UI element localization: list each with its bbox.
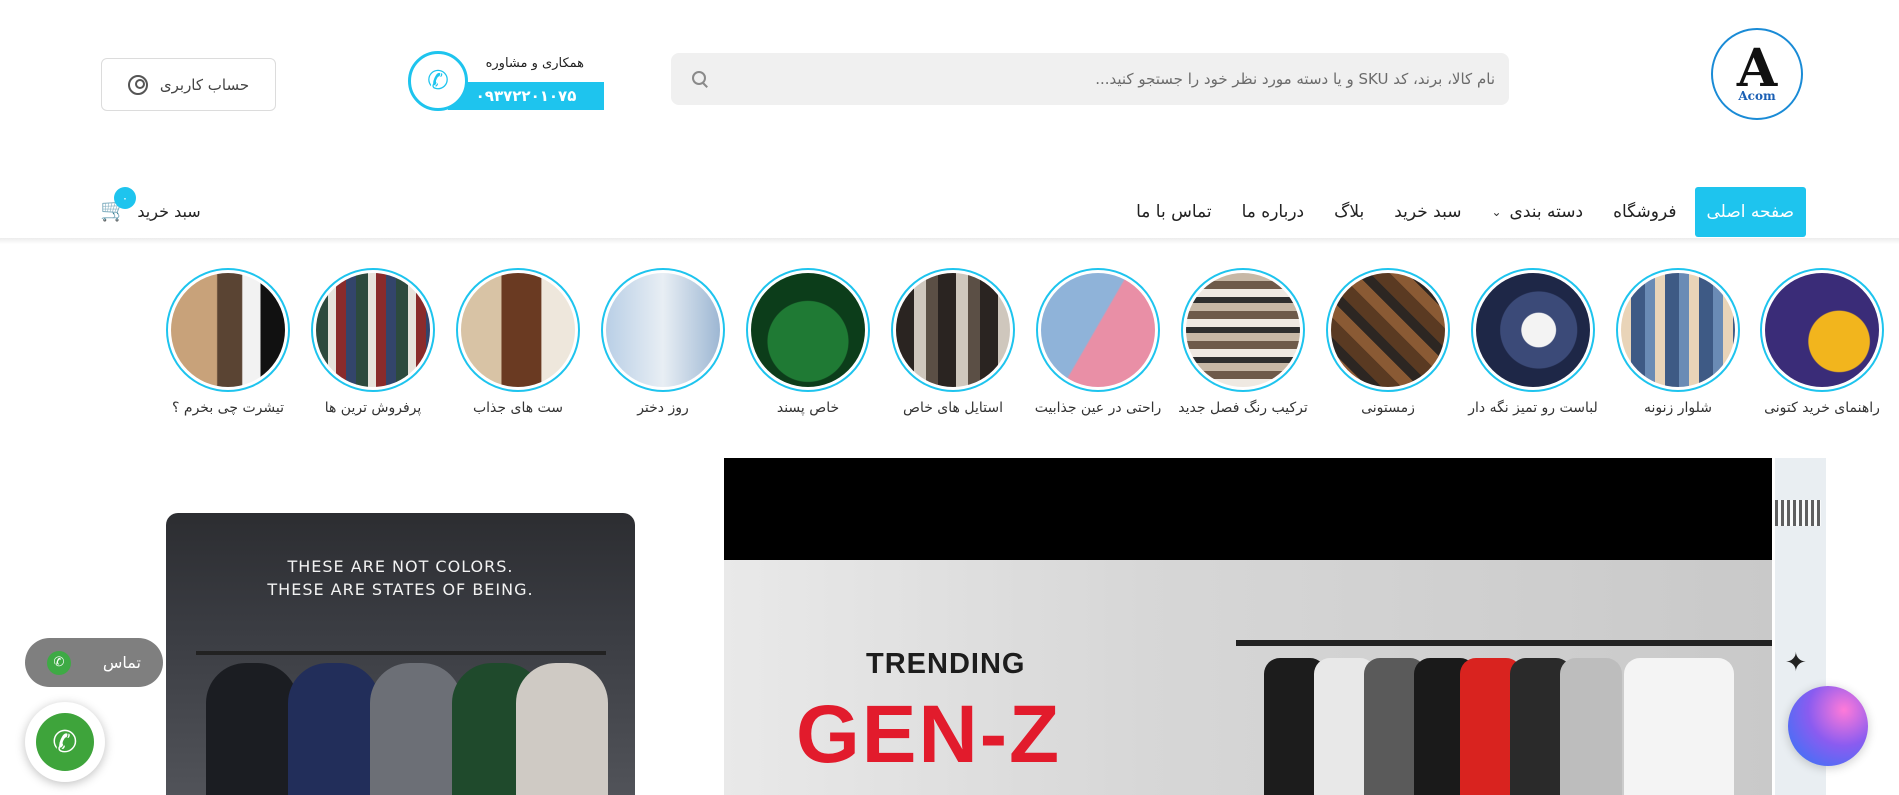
story-item[interactable]: راهنمای خرید کتونی: [1747, 268, 1897, 416]
search-input[interactable]: [709, 53, 1495, 105]
story-thumbnail: [1760, 268, 1884, 392]
story-item[interactable]: تیشرت چی بخرم ؟: [153, 268, 303, 416]
story-thumbnail: [166, 268, 290, 392]
story-thumbnail: [1471, 268, 1595, 392]
story-thumbnail: [1181, 268, 1305, 392]
story-item[interactable]: ترکیب رنگ فصل جدید: [1168, 268, 1318, 416]
story-item[interactable]: روز دختر: [588, 268, 738, 416]
consult-box[interactable]: ✆ همکاری و مشاوره ۰۹۳۷۲۲۰۱۰۷۵: [408, 51, 604, 113]
story-item[interactable]: لباست رو تمیز نگه دار: [1458, 268, 1608, 416]
nav-item-categories-label: دسته بندی: [1509, 202, 1584, 222]
banner-caption-line2: THESE ARE STATES OF BEING.: [267, 580, 534, 599]
story-thumbnail: [1616, 268, 1740, 392]
story-item[interactable]: شلوار زنونه: [1603, 268, 1753, 416]
hoodie-image: [288, 663, 380, 795]
contact-pill-label: تماس: [102, 653, 141, 672]
account-button[interactable]: حساب کاربری: [101, 58, 276, 111]
nav-item-cart[interactable]: سبد خرید: [1382, 187, 1473, 237]
hoodie-image: [370, 663, 462, 795]
logo-letter: A: [1736, 38, 1778, 99]
story-thumbnail: [601, 268, 725, 392]
story-item[interactable]: خاص پسند: [733, 268, 883, 416]
story-label: شلوار زنونه: [1644, 400, 1712, 416]
clothing-rack: [1236, 640, 1772, 646]
sparkle-icon: ✦: [1785, 648, 1807, 678]
story-thumbnail: [746, 268, 870, 392]
hoodie-image: [206, 663, 298, 795]
search-icon[interactable]: [691, 70, 709, 88]
hoodie-image: [516, 663, 608, 795]
story-label: لباست رو تمیز نگه دار: [1468, 400, 1598, 416]
whatsapp-icon: ✆: [47, 650, 71, 675]
contact-pill-button[interactable]: ✆ تماس: [25, 638, 163, 687]
phone-icon: ✆: [36, 713, 94, 771]
story-label: راهنمای خرید کتونی: [1764, 400, 1880, 416]
hero-title-small: TRENDING: [866, 648, 1026, 680]
story-thumbnail: [1036, 268, 1160, 392]
banner-caption: THESE ARE NOT COLORS. THESE ARE STATES O…: [166, 555, 635, 601]
nav-item-categories[interactable]: دسته بندی ⌄: [1479, 187, 1595, 237]
barcode-graphic: [1775, 500, 1821, 526]
nav-item-home[interactable]: صفحه اصلی: [1694, 187, 1806, 237]
nav-item-shop[interactable]: فروشگاه: [1601, 187, 1688, 237]
nav-item-about[interactable]: درباره ما: [1230, 187, 1317, 237]
promo-banner-hoodies[interactable]: THESE ARE NOT COLORS. THESE ARE STATES O…: [166, 513, 635, 795]
cart-icon: 🛒 ۰: [100, 187, 136, 223]
story-label: ست های جذاب: [472, 400, 564, 416]
story-thumbnail: [456, 268, 580, 392]
story-label: تیشرت چی بخرم ؟: [172, 400, 284, 416]
nav-item-blog[interactable]: بلاگ: [1322, 187, 1376, 237]
call-button[interactable]: ✆: [25, 702, 105, 782]
cart-label: سبد خرید: [137, 201, 201, 221]
tshirt-image: [1560, 658, 1622, 795]
search-bar: [671, 53, 1509, 105]
story-label: زمستونی: [1361, 400, 1415, 416]
story-thumbnail: [891, 268, 1015, 392]
story-label: راحتی در عین جذابیت: [1034, 400, 1162, 416]
story-label: استایل های خاص: [903, 400, 1003, 416]
story-item[interactable]: استایل های خاص: [878, 268, 1028, 416]
story-item[interactable]: زمستونی: [1313, 268, 1463, 416]
clothing-rail: [196, 651, 606, 655]
story-item[interactable]: ست های جذاب: [443, 268, 593, 416]
logo-text: Acom: [1738, 89, 1776, 103]
story-thumbnail: [1326, 268, 1450, 392]
story-label: خاص پسند: [776, 400, 840, 416]
chat-widget-button[interactable]: [1788, 686, 1868, 766]
story-label: ترکیب رنگ فصل جدید: [1178, 400, 1308, 416]
consult-phone-number[interactable]: ۰۹۳۷۲۲۰۱۰۷۵: [448, 82, 604, 110]
chevron-down-icon: ⌄: [1491, 205, 1502, 219]
story-thumbnail: [311, 268, 435, 392]
tshirt-image: [1624, 658, 1734, 795]
story-highlights: راهنمای خرید کتونی شلوار زنونه لباست رو …: [150, 268, 1899, 428]
nav-item-contact[interactable]: تماس با ما: [1124, 187, 1224, 237]
story-label: روز دختر: [637, 400, 689, 416]
nav-divider: [0, 238, 1899, 244]
banner-caption-line1: THESE ARE NOT COLORS.: [287, 557, 514, 576]
phone-icon: ✆: [408, 51, 468, 111]
user-icon: [127, 74, 148, 95]
main-nav: صفحه اصلی فروشگاه دسته بندی ⌄ سبد خرید ب…: [1124, 187, 1806, 237]
account-button-label: حساب کاربری: [159, 75, 250, 94]
consult-label: همکاری و مشاوره: [485, 56, 584, 71]
hero-banner[interactable]: TRENDING GEN-Z: [724, 458, 1772, 795]
site-logo[interactable]: A Acom: [1711, 28, 1803, 120]
story-item[interactable]: راحتی در عین جذابیت: [1023, 268, 1173, 416]
story-label: پرفروش ترین ها: [324, 400, 422, 416]
hero-title-large: GEN-Z: [796, 689, 1062, 780]
story-item[interactable]: پرفروش ترین ها: [298, 268, 448, 416]
cart-count-badge: ۰: [114, 187, 136, 209]
header-cart[interactable]: 🛒 ۰ سبد خرید: [100, 187, 210, 226]
